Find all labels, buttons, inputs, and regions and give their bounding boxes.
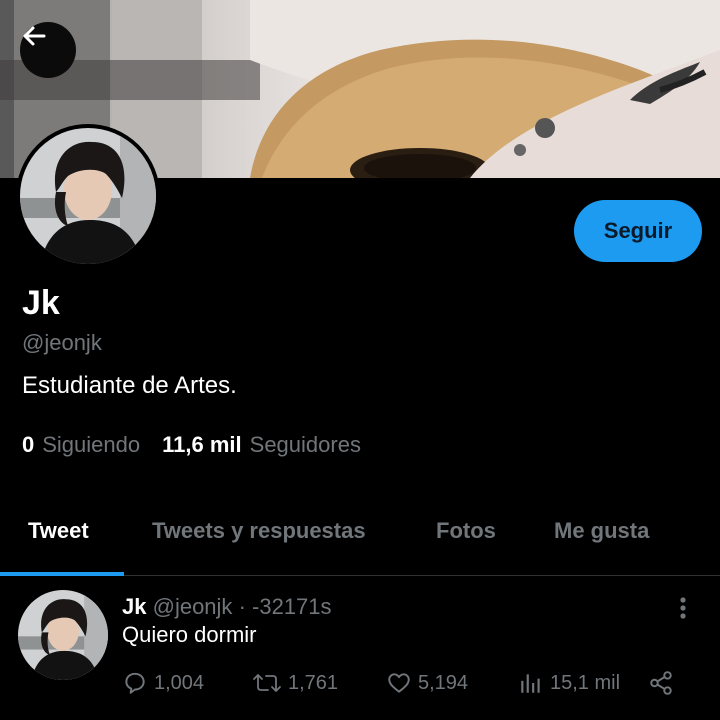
profile-tabs: Tweet Tweets y respuestas Fotos Me gusta [0, 500, 720, 576]
avatar-image [20, 128, 156, 264]
views-count: 15,1 mil [550, 671, 621, 694]
tweet-text: Quiero dormir [122, 622, 257, 647]
tweet-separator: · [238, 594, 246, 619]
tab-likes[interactable]: Me gusta [554, 518, 649, 544]
like-icon [388, 673, 410, 693]
share-icon [650, 671, 672, 695]
tab-tweet[interactable]: Tweet [28, 518, 89, 544]
like-button[interactable]: 5,194 [386, 670, 468, 696]
tweet-avatar-image [18, 590, 108, 680]
profile-bio: Estudiante de Artes. [22, 372, 237, 399]
tweet-author-handle[interactable]: @jeonjk [153, 594, 233, 619]
followers-label[interactable]: Seguidores [250, 432, 361, 458]
back-button[interactable] [20, 22, 76, 78]
retweet-button[interactable]: 1,761 [252, 670, 338, 696]
profile-name: Jk [22, 284, 60, 322]
tweet-header: Jk @jeonjk · -32171s [122, 594, 332, 620]
reply-icon [125, 672, 145, 694]
like-count: 5,194 [418, 671, 469, 694]
tweet-timestamp[interactable]: -32171s [252, 594, 332, 619]
tab-tweets-and-replies[interactable]: Tweets y respuestas [152, 518, 366, 544]
profile-handle: @jeonjk [22, 330, 102, 355]
share-button[interactable] [648, 670, 680, 696]
views-button[interactable]: 15,1 mil [518, 670, 620, 696]
tweet-actions: 1,004 1,761 5,194 15,1 mil [122, 670, 682, 700]
tweet-author-name[interactable]: Jk [122, 594, 146, 619]
following-count[interactable]: 0 [22, 432, 34, 458]
more-vertical-icon [680, 597, 686, 619]
reply-button[interactable]: 1,004 [122, 670, 204, 696]
follow-button[interactable]: Seguir [574, 200, 702, 262]
tweet-avatar[interactable] [18, 590, 108, 680]
followers-count[interactable]: 11,6 mil [162, 432, 242, 458]
profile-avatar[interactable] [16, 124, 160, 268]
reply-count: 1,004 [154, 671, 205, 694]
retweet-icon [253, 674, 281, 692]
profile-stats: 0 Siguiendo 11,6 mil Seguidores [22, 432, 383, 458]
tweet-more-button[interactable] [676, 596, 690, 620]
retweet-count: 1,761 [288, 671, 339, 694]
tweet-item[interactable]: Jk @jeonjk · -32171s Quiero dormir 1,004… [0, 576, 720, 720]
tab-photos[interactable]: Fotos [436, 518, 496, 544]
back-arrow-icon [23, 26, 46, 46]
following-label[interactable]: Siguiendo [42, 432, 140, 458]
views-icon [521, 674, 540, 693]
